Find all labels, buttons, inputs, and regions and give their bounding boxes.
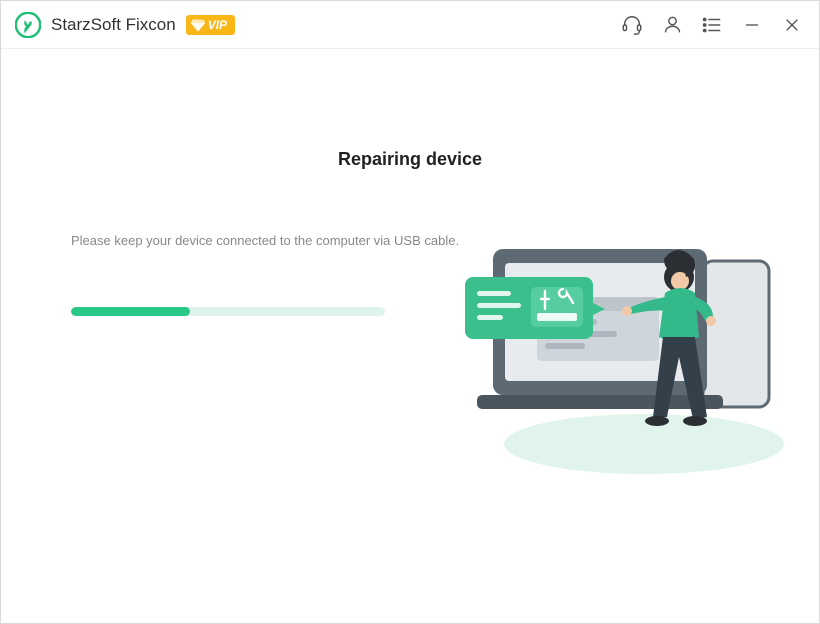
repair-illustration — [459, 219, 789, 479]
titlebar: StarzSoft Fixcon VIP — [1, 1, 819, 49]
diamond-icon — [190, 17, 206, 33]
support-icon[interactable] — [621, 14, 643, 36]
app-logo-icon — [15, 12, 41, 38]
app-title: StarzSoft Fixcon — [51, 15, 176, 35]
menu-icon[interactable] — [701, 14, 723, 36]
app-window: StarzSoft Fixcon VIP — [0, 0, 820, 624]
instruction-text: Please keep your device connected to the… — [71, 233, 459, 248]
progress-fill — [71, 307, 190, 316]
progress-bar — [71, 307, 385, 316]
vip-label: VIP — [208, 18, 227, 32]
page-title: Repairing device — [1, 149, 819, 170]
minimize-button[interactable] — [741, 14, 763, 36]
vip-badge: VIP — [186, 15, 235, 35]
titlebar-actions — [621, 14, 803, 36]
close-button[interactable] — [781, 14, 803, 36]
account-icon[interactable] — [661, 14, 683, 36]
main-content: Repairing device Please keep your device… — [1, 49, 819, 623]
